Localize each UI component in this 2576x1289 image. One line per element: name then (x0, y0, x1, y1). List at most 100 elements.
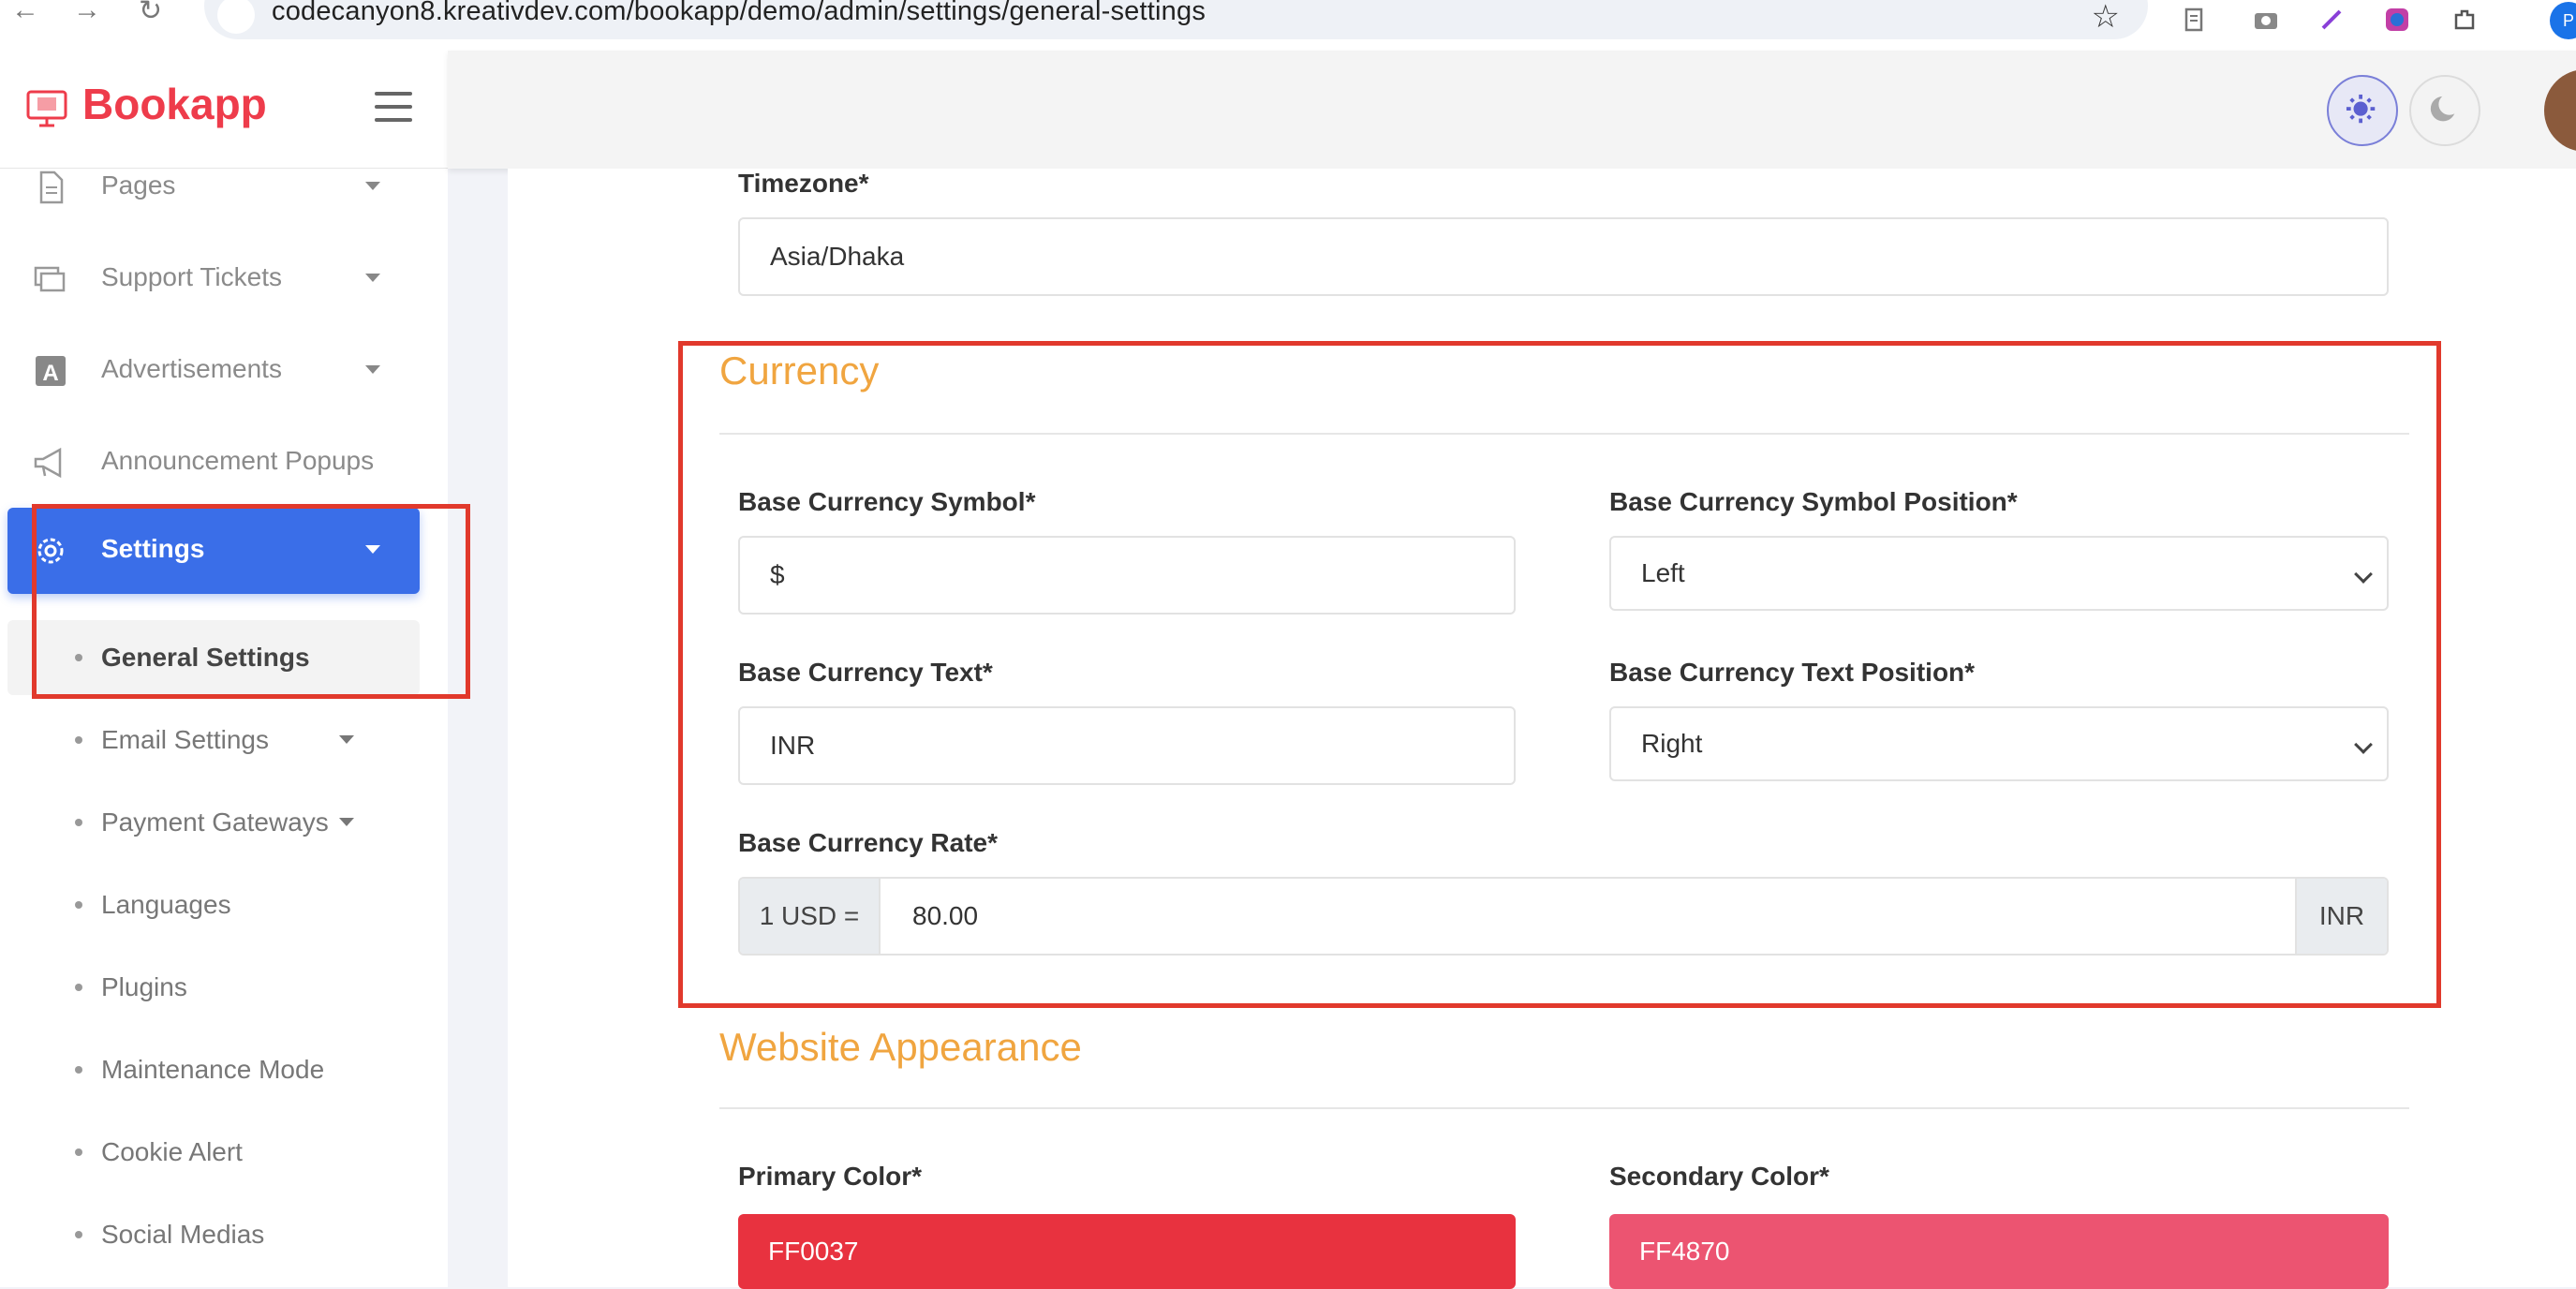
currency-text-position-select[interactable]: Right (1609, 706, 2389, 781)
bullet-icon (75, 984, 82, 991)
camera-icon[interactable] (2252, 6, 2280, 34)
megaphone-icon (34, 447, 62, 479)
brand-name[interactable]: Bookapp (82, 79, 267, 129)
rate-prefix: 1 USD = (740, 879, 881, 954)
pen-icon[interactable] (2317, 6, 2346, 34)
sidebar-item-settings[interactable]: Settings (7, 508, 420, 594)
currency-symbol-value: $ (770, 560, 785, 589)
caret-down-icon (339, 818, 354, 826)
sidebar-item-label: Advertisements (101, 354, 282, 383)
page-icon (39, 170, 64, 204)
currency-symbol-label: Base Currency Symbol* (738, 487, 1036, 516)
extension-doc-icon[interactable] (2181, 6, 2209, 34)
currency-text-label: Base Currency Text* (738, 658, 993, 687)
secondary-color-input[interactable]: FF4870 (1609, 1214, 2389, 1289)
reload-icon[interactable]: ↻ (139, 0, 162, 27)
sidebar-subitem-email-settings[interactable]: Email Settings (7, 703, 420, 778)
sidebar-item-pages[interactable]: Pages (7, 144, 420, 230)
currency-text-position-value: Right (1641, 729, 1703, 758)
timezone-value: Asia/Dhaka (770, 242, 905, 271)
user-avatar[interactable] (2544, 69, 2576, 152)
timezone-label: Timezone* (738, 169, 869, 198)
sidebar-subitem-social-medias[interactable]: Social Medias (7, 1197, 420, 1272)
caret-down-icon (365, 545, 380, 554)
secondary-color-label: Secondary Color* (1609, 1162, 1829, 1191)
currency-symbol-position-value: Left (1641, 558, 1685, 587)
caret-down-icon (365, 274, 380, 282)
sidebar-subitem-cookie-alert[interactable]: Cookie Alert (7, 1115, 420, 1190)
gear-icon (37, 538, 64, 564)
currency-text-position-label: Base Currency Text Position* (1609, 658, 1976, 687)
settings-card: Timezone* Asia/Dhaka Currency Base Curre… (508, 169, 2576, 1289)
ad-icon: A (36, 356, 66, 386)
sidebar-item-advertisements[interactable]: A Advertisements (7, 328, 420, 414)
back-icon[interactable]: ← (11, 0, 39, 26)
hamburger-menu-icon[interactable] (375, 92, 412, 122)
currency-symbol-position-label: Base Currency Symbol Position* (1609, 487, 2018, 516)
url-text[interactable]: codecanyon8.kreativdev.com/bookapp/demo/… (272, 0, 1206, 27)
puzzle-icon[interactable] (2450, 6, 2479, 34)
rate-suffix: INR (2295, 879, 2387, 954)
secondary-color-value: FF4870 (1639, 1237, 1730, 1266)
subitem-label: Payment Gateways (101, 807, 329, 837)
section-divider (719, 433, 2409, 435)
subitem-label: Social Medias (101, 1220, 265, 1249)
subitem-label: Maintenance Mode (101, 1055, 325, 1084)
svg-text:A: A (42, 361, 58, 386)
color-extension-icon[interactable] (2383, 6, 2411, 34)
address-bar[interactable]: codecanyon8.kreativdev.com/bookapp/demo/… (204, 0, 2148, 39)
sidebar-subitem-languages[interactable]: Languages (7, 867, 420, 942)
subitem-label: General Settings (101, 643, 310, 672)
section-divider (719, 1107, 2409, 1109)
chevron-down-icon (2354, 735, 2373, 754)
caret-down-icon (365, 365, 380, 374)
sidebar-subitem-plugins[interactable]: Plugins (7, 950, 420, 1025)
subitem-label: Languages (101, 890, 231, 919)
light-theme-button[interactable] (2327, 75, 2398, 146)
currency-rate-input[interactable]: 80.00 (912, 901, 978, 931)
subitem-label: Plugins (101, 972, 187, 1001)
bullet-icon (75, 1231, 82, 1238)
sun-icon (2346, 94, 2376, 124)
bullet-icon (75, 1148, 82, 1156)
bookmark-star-icon[interactable]: ☆ (2092, 0, 2120, 36)
bullet-icon (75, 901, 82, 909)
forward-icon[interactable]: → (73, 0, 101, 26)
moon-icon (2430, 94, 2461, 122)
browser-profile-avatar[interactable]: P (2550, 2, 2576, 39)
tickets-icon (34, 266, 66, 292)
chevron-down-icon (2354, 565, 2373, 584)
sidebar-item-label: Settings (101, 534, 205, 563)
sidebar-subitem-general-settings[interactable]: General Settings (7, 620, 420, 695)
primary-color-label: Primary Color* (738, 1162, 923, 1191)
currency-symbol-position-select[interactable]: Left (1609, 536, 2389, 611)
timezone-input[interactable]: Asia/Dhaka (738, 217, 2389, 296)
currency-text-value: INR (770, 731, 816, 760)
subitem-label: Email Settings (101, 725, 269, 754)
dark-theme-button[interactable] (2409, 75, 2480, 146)
primary-color-input[interactable]: FF0037 (738, 1214, 1516, 1289)
currency-symbol-input[interactable]: $ (738, 536, 1516, 615)
sidebar-subitem-payment-gateways[interactable]: Payment Gateways (7, 785, 420, 860)
site-info-icon[interactable] (217, 0, 255, 34)
currency-rate-label: Base Currency Rate* (738, 828, 999, 857)
bullet-icon (75, 736, 82, 744)
currency-section-title: Currency (719, 348, 880, 393)
primary-color-value: FF0037 (768, 1237, 859, 1266)
caret-down-icon (365, 182, 380, 190)
sidebar: Bookapp Pages Support Tickets A Advertis… (0, 51, 448, 1287)
sidebar-item-announcement-popups[interactable]: Announcement Popups (7, 420, 420, 506)
sidebar-subitem-maintenance-mode[interactable]: Maintenance Mode (7, 1032, 420, 1107)
bullet-icon (75, 819, 82, 826)
sidebar-item-label: Pages (101, 170, 176, 200)
sidebar-item-support-tickets[interactable]: Support Tickets (7, 236, 420, 322)
browser-toolbar: ← → ↻ codecanyon8.kreativdev.com/bookapp… (0, 0, 2576, 51)
bullet-icon (75, 1066, 82, 1074)
caret-down-icon (339, 735, 354, 744)
sidebar-item-label: Announcement Popups (101, 446, 375, 475)
currency-rate-group: 1 USD = 80.00 INR (738, 877, 2389, 956)
top-header (448, 51, 2576, 169)
bullet-icon (75, 654, 82, 661)
appearance-section-title: Website Appearance (719, 1025, 1082, 1069)
currency-text-input[interactable]: INR (738, 706, 1516, 785)
